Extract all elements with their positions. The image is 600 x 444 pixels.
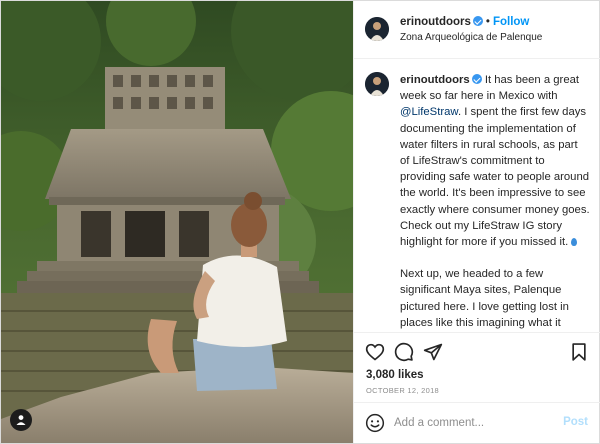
verified-badge-icon xyxy=(471,74,482,84)
header-line: erinoutdoors • Follow xyxy=(400,15,529,28)
like-count[interactable]: 3,080 likes xyxy=(366,369,424,381)
post-comment-button[interactable]: Post xyxy=(563,416,588,428)
person-glyph xyxy=(16,415,26,425)
caption-area: erinoutdoors It has been a great week so… xyxy=(354,60,600,332)
mention-link[interactable]: @LifeStraw xyxy=(400,106,458,118)
caption-text-part: . I spent the first few days documenting… xyxy=(400,106,590,249)
caption-username[interactable]: erinoutdoors xyxy=(400,74,470,86)
avatar-image xyxy=(365,72,389,96)
paper-plane-icon[interactable] xyxy=(423,342,443,362)
avatar-image xyxy=(365,17,389,41)
comment-icon[interactable] xyxy=(394,342,414,362)
instagram-post: erinoutdoors • Follow Zona Arqueológica de… xyxy=(0,0,600,444)
palenque-temple-photo xyxy=(1,1,353,443)
post-date[interactable]: OCTOBER 12, 2018 xyxy=(366,386,439,395)
water-drop-emoji-icon xyxy=(571,238,578,247)
post-details-panel: erinoutdoors • Follow Zona Arqueológica de… xyxy=(353,1,600,443)
caption-paragraph-2: Next up, we headed to a few significant … xyxy=(400,268,569,329)
bookmark-icon[interactable] xyxy=(569,342,589,362)
comment-bar: Post xyxy=(354,402,600,443)
avatar[interactable] xyxy=(365,17,389,41)
smiley-icon[interactable] xyxy=(365,413,385,433)
follow-button[interactable]: Follow xyxy=(493,16,529,28)
header-username[interactable]: erinoutdoors xyxy=(400,16,471,28)
comment-input[interactable] xyxy=(394,413,554,433)
verified-badge-icon xyxy=(472,16,483,26)
post-header: erinoutdoors • Follow Zona Arqueológica de… xyxy=(354,1,600,59)
heart-icon[interactable] xyxy=(365,342,385,362)
location-link[interactable]: Zona Arqueológica de Palenque xyxy=(400,32,542,43)
post-photo[interactable] xyxy=(1,1,353,443)
separator-dot: • xyxy=(485,16,490,28)
caption-avatar[interactable] xyxy=(365,72,389,96)
user-tag-icon[interactable] xyxy=(10,409,32,431)
caption-text: erinoutdoors It has been a great week so… xyxy=(400,72,590,332)
caption-paragraph-1: erinoutdoors It has been a great week so… xyxy=(400,72,590,250)
action-bar: 3,080 likes OCTOBER 12, 2018 xyxy=(354,332,600,402)
